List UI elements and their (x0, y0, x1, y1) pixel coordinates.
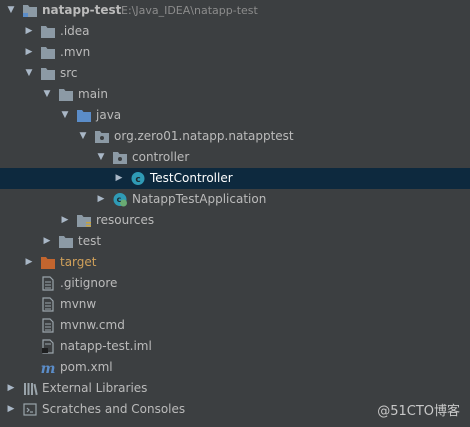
tree-label-resources: resources (96, 213, 155, 227)
libraries-icon (22, 381, 38, 396)
tree-row-mvnw[interactable]: mvnw (0, 294, 470, 315)
resources-folder-icon (76, 213, 92, 228)
tree-row-mvn[interactable]: ▶ .mvn (0, 42, 470, 63)
collapsed-arrow-icon[interactable]: ▶ (114, 168, 124, 189)
folder-icon (40, 24, 56, 39)
tree-label-controller: controller (132, 150, 190, 164)
module-folder-icon (22, 3, 38, 18)
folder-icon (58, 234, 74, 249)
excluded-folder-icon (40, 255, 56, 270)
spring-boot-class-icon: c (112, 192, 128, 207)
tree-label-scratches: Scratches and Consoles (42, 402, 186, 416)
tree-label-iml: natapp-test.iml (60, 339, 152, 353)
tree-label-mvnw-cmd: mvnw.cmd (60, 318, 125, 332)
collapsed-arrow-icon[interactable]: ▶ (24, 21, 34, 42)
scratches-icon (22, 402, 38, 417)
text-file-icon (40, 276, 56, 291)
tree-label-pom: pom.xml (60, 360, 113, 374)
text-file-icon (40, 297, 56, 312)
tree-row-application[interactable]: ▶ c NatappTestApplication (0, 189, 470, 210)
folder-icon (40, 45, 56, 60)
expanded-arrow-icon[interactable]: ▼ (24, 63, 34, 84)
module-file-icon (40, 339, 56, 354)
maven-icon: m (40, 360, 56, 377)
tree-row-test[interactable]: ▶ test (0, 231, 470, 252)
source-folder-icon (76, 108, 92, 123)
tree-row-java[interactable]: ▼ java (0, 105, 470, 126)
tree-label-application: NatappTestApplication (132, 192, 267, 206)
tree-label-test: test (78, 234, 102, 248)
tree-row-main[interactable]: ▼ main (0, 84, 470, 105)
tree-row-package[interactable]: ▼ org.zero01.natapp.natapptest (0, 126, 470, 147)
tree-label-src: src (60, 66, 78, 80)
collapsed-arrow-icon[interactable]: ▶ (96, 189, 106, 210)
tree-row-project-root[interactable]: ▼ natapp-test E:\Java_IDEA\natapp-test (0, 0, 470, 21)
collapsed-arrow-icon[interactable]: ▶ (6, 378, 16, 399)
tree-row-mvnw-cmd[interactable]: mvnw.cmd (0, 315, 470, 336)
project-name: natapp-test (42, 3, 122, 17)
tree-row-iml[interactable]: natapp-test.iml (0, 336, 470, 357)
tree-label-idea: .idea (60, 24, 90, 38)
tree-row-resources[interactable]: ▶ resources (0, 210, 470, 231)
tree-label-main: main (78, 87, 108, 101)
project-tree: ▼ natapp-test E:\Java_IDEA\natapp-test ▶… (0, 0, 470, 427)
tree-row-src[interactable]: ▼ src (0, 63, 470, 84)
package-folder-icon (94, 129, 110, 144)
collapsed-arrow-icon[interactable]: ▶ (24, 42, 34, 63)
tree-row-controller[interactable]: ▼ controller (0, 147, 470, 168)
tree-row-target[interactable]: ▶ target (0, 252, 470, 273)
tree-label-mvn: .mvn (60, 45, 91, 59)
collapsed-arrow-icon[interactable]: ▶ (24, 252, 34, 273)
svg-text:m: m (41, 361, 56, 375)
collapsed-arrow-icon[interactable]: ▶ (42, 231, 52, 252)
svg-text:c: c (117, 195, 122, 204)
folder-icon (40, 66, 56, 81)
tree-row-pom[interactable]: m pom.xml (0, 357, 470, 378)
expanded-arrow-icon[interactable]: ▼ (6, 0, 16, 21)
expanded-arrow-icon[interactable]: ▼ (42, 84, 52, 105)
tree-label-java: java (96, 108, 122, 122)
tree-label-package: org.zero01.natapp.natapptest (114, 129, 294, 143)
folder-icon (58, 87, 74, 102)
expanded-arrow-icon[interactable]: ▼ (96, 147, 106, 168)
svg-text:c: c (135, 175, 140, 185)
java-class-icon: c (130, 171, 146, 186)
collapsed-arrow-icon[interactable]: ▶ (60, 210, 70, 231)
expanded-arrow-icon[interactable]: ▼ (78, 126, 88, 147)
tree-label-gitignore: .gitignore (60, 276, 118, 290)
tree-label-target: target (60, 255, 97, 269)
tree-row-gitignore[interactable]: .gitignore (0, 273, 470, 294)
tree-label-mvnw: mvnw (60, 297, 97, 311)
tree-label-test-controller: TestController (150, 171, 233, 185)
watermark-text: @51CTO博客 (377, 404, 460, 419)
collapsed-arrow-icon[interactable]: ▶ (6, 399, 16, 420)
tree-label-external-libraries: External Libraries (42, 381, 148, 395)
project-path: E:\Java_IDEA\natapp-test (121, 4, 258, 17)
text-file-icon (40, 318, 56, 333)
expanded-arrow-icon[interactable]: ▼ (60, 105, 70, 126)
package-folder-icon (112, 150, 128, 165)
tree-row-test-controller[interactable]: ▶ c TestController (0, 168, 470, 189)
tree-row-external-libraries[interactable]: ▶ External Libraries (0, 378, 470, 399)
tree-row-idea[interactable]: ▶ .idea (0, 21, 470, 42)
